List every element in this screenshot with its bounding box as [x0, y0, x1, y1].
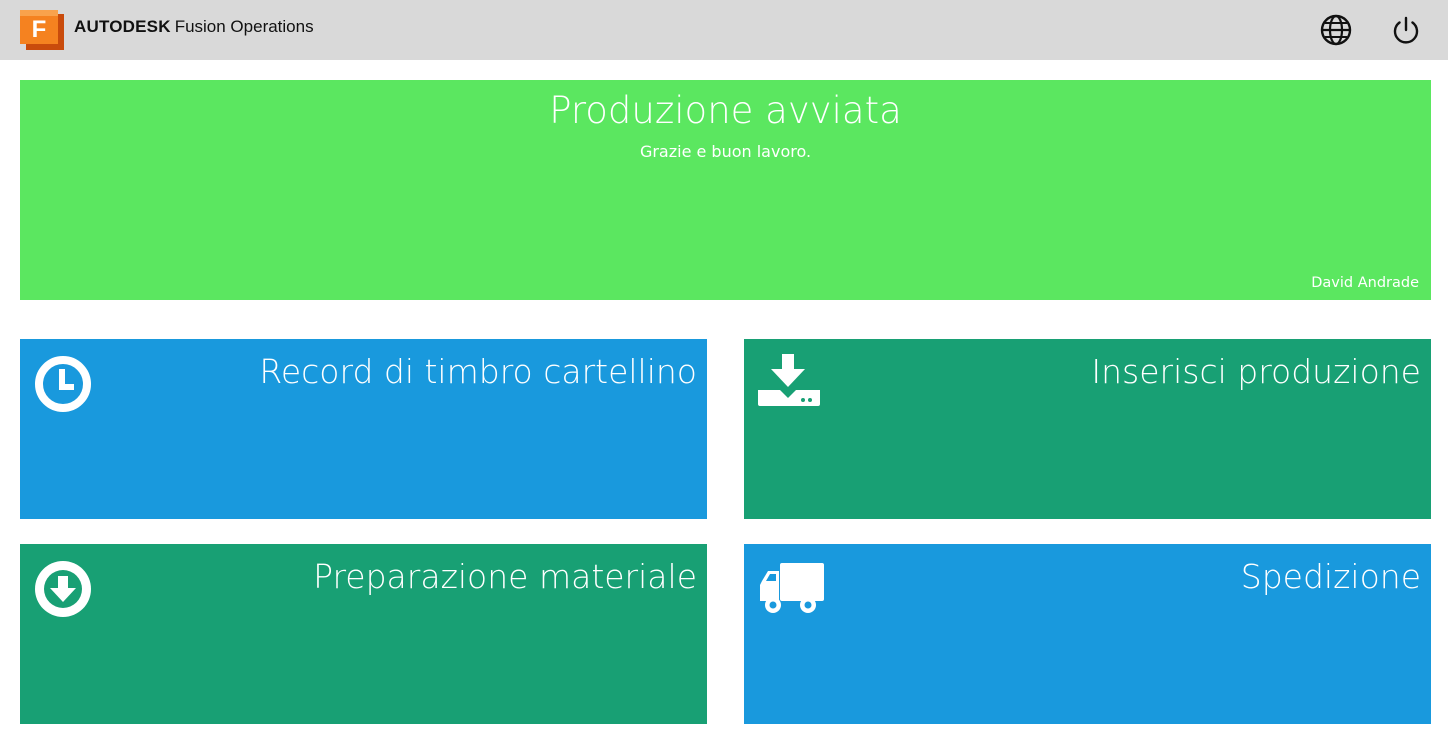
brand-name: AUTODESK Fusion Operations — [74, 16, 314, 38]
globe-icon[interactable] — [1319, 13, 1353, 47]
tile-label: Inserisci produzione — [1091, 352, 1421, 391]
tile-label: Preparazione materiale — [313, 557, 697, 596]
banner-title: Produzione avviata — [549, 89, 902, 132]
brand-product: Fusion Operations — [174, 17, 314, 36]
tile-record-timbro[interactable]: Record di timbro cartellino — [20, 339, 707, 519]
arrow-down-circle-icon — [35, 561, 91, 617]
truck-icon — [760, 563, 824, 613]
download-tray-icon — [758, 354, 820, 406]
brand-bold: AUTODESK — [74, 17, 171, 36]
tile-inserisci-produzione[interactable]: Inserisci produzione — [744, 339, 1431, 519]
power-icon[interactable] — [1389, 13, 1423, 47]
status-banner: Produzione avviata Grazie e buon lavoro.… — [20, 80, 1431, 300]
tile-label: Record di timbro cartellino — [259, 352, 697, 391]
banner-user-name: David Andrade — [1311, 275, 1419, 291]
clock-icon — [35, 356, 91, 412]
logo-letter: F — [32, 16, 47, 43]
top-bar: F AUTODESK Fusion Operations — [0, 0, 1448, 60]
banner-subtitle: Grazie e buon lavoro. — [639, 142, 812, 161]
tile-spedizione[interactable]: Spedizione — [744, 544, 1431, 724]
tile-preparazione-materiale[interactable]: Preparazione materiale — [20, 544, 707, 724]
tile-label: Spedizione — [1240, 557, 1421, 596]
logo-icon: F — [20, 10, 64, 50]
